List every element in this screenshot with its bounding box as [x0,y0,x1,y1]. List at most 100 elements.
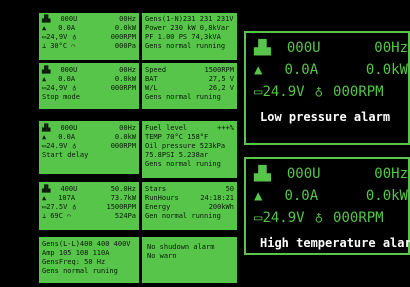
frequency-value: 50.0Hz [110,185,136,193]
row-amp: ▲ 0.0A 0.0kW [42,24,136,33]
energy-label: Energy [145,203,171,211]
engine-icon: ♁ [72,84,77,92]
current-value: 0.0A [284,188,319,204]
frequency-value: 00Hz [119,124,136,132]
thermometer-icon: ⊥ [42,42,47,50]
rpm-value: 000RPM [333,84,384,100]
line-voltage-line: Gens(L-L)400 400 400V [42,240,131,248]
tower-icon: ▲ [42,133,47,141]
row-volt: ▟▙ 400U 50.0Hz [42,185,136,194]
row-amp: ▲ 0.0A 0.0kW [254,59,408,81]
battery-icon: ▭ [254,210,263,226]
speed-value: 1500RPM [204,66,234,74]
engine-icon: ♁ [72,203,77,211]
energy-value: 200kWh [208,203,234,211]
tower-icon: ▲ [42,24,47,32]
status-line: Gens normal runing [145,160,221,168]
amp-line: Amp 105 108 110A [42,249,110,257]
frequency-value: 00Hz [374,166,408,182]
row-volt: ▟▙ 000U 00Hz [254,37,408,59]
runhours-line: RunHours 24:18:21 [145,194,234,203]
voltage-value: 400U [60,185,78,193]
power-value: 0.0kW [114,75,136,83]
row-temp: ⊥ 30°C ⌒ 000Pa [42,42,136,51]
rpm-value: 000RPM [333,210,384,226]
gauge-icon: ⌒ [66,212,72,220]
pressure-value: 000Pa [114,42,136,50]
mode-line: Stop mode [42,93,80,101]
speed-line: Speed 1500RPM [145,66,234,75]
power-value: 73.7kW [110,194,136,202]
row-volt: ▟▙ 000U 00Hz [42,124,136,133]
row-volt: ▟▙ 000U 00Hz [42,66,136,75]
battery-label: BAT [145,75,158,83]
pressure-value: 524Pa [114,212,136,220]
power-line: Power 230 kW 0,8kVar [145,24,230,32]
genset-power-panel: Gens(1-N)231 231 231V Power 230 kW 0,8kV… [142,13,237,60]
power-factor-line: PF 1.00 PS 74,3kVA [145,33,221,41]
power-value: 0.0kW [365,188,408,204]
current-value: 0.0A [58,24,76,32]
row-bat: ▭ 24.9V ♁ 000RPM [42,142,136,151]
wl-value: 26,2 V [208,84,234,92]
engine-speed-panel: Speed 1500RPM BAT 27,5 V W/L 26,2 V Gens no… [142,63,237,109]
runhours-label: RunHours [145,194,179,202]
frequency-line: GensFreq: 50 Hz [42,258,106,266]
temp-line: TEMP 70°C 158°F [145,133,209,141]
speed-label: Speed [145,66,167,74]
row-volt: ▟▙ 000U 00Hz [254,163,408,185]
battery-value: 24.9V [262,84,305,100]
voltage-value: 000U [60,124,78,132]
row-bat: ▭ 24,9V ♁ 000RPM [42,84,136,93]
fuel-line: Fuel level +++% [145,124,234,133]
warning-line: No warn [147,252,177,260]
fuel-value: +++% [217,124,234,132]
genset-icon: ▟▙ [42,66,51,74]
phase-voltage-line: Gens(1-N)231 231 231V [145,15,234,23]
genset-icon: ▟▙ [42,124,51,132]
run-stats-panel: Stars 50 RunHours 24:18:21 Energy 200kWh Ge… [142,182,237,230]
rpm-value: 000RPM [110,33,136,41]
starts-value: 50 [225,185,234,193]
current-value: 0.0A [58,75,76,83]
fuel-label: Fuel level [145,124,188,132]
current-value: 0.0A [284,62,319,78]
alarm-message: High temperature alarm [254,233,410,253]
thermometer-icon: ⊥ [42,212,47,220]
starts-label: Stars [145,185,167,193]
frequency-value: 00Hz [119,66,136,74]
battery-icon: ▭ [254,84,263,100]
runhours-value: 24:18:21 [200,194,234,202]
genset-summary-panel-4: ▟▙ 400U 50.0Hz ▲ 107A 73.7kW ▭ 27.5V ♁ 1500RPM … [39,182,139,230]
battery-line: BAT 27,5 V [145,75,234,84]
power-value: 0.0kW [114,133,136,141]
voltage-value: 000U [60,15,78,23]
status-line: Gens normal runing [145,93,221,101]
status-line: Gens normal running [145,42,226,50]
oil-pressure-line: Oil pressure 523kPa [145,142,226,150]
tower-icon: ▲ [254,62,263,78]
tower-icon: ▲ [42,75,47,83]
wl-label: W/L [145,84,158,92]
genset-summary-panel-3: ▟▙ 000U 00Hz ▲ 0.0A 0.0kW ▭ 24.9V ♁ 000RPM Star… [39,121,139,174]
gauge-icon: ⌒ [71,42,76,50]
rpm-value: 000RPM [110,142,136,150]
current-value: 0.0A [58,133,76,141]
tower-icon: ▲ [42,194,47,202]
battery-value: 24.9V [262,210,305,226]
alarm-display-high-temperature: ▟▙ 000U 00Hz ▲ 0.0A 0.0kW ▭ 24.9V ♁ 000RPM High… [244,157,410,255]
row-bat: ▭ 24.9V ♁ 000RPM [254,81,408,103]
tower-icon: ▲ [254,188,263,204]
alarm-status-panel: No shudown alarm No warn [142,237,237,283]
frequency-value: 00Hz [119,15,136,23]
battery-value: 24.9V [46,142,68,150]
row-amp: ▲ 0.0A 0.0kW [42,75,136,84]
genset-summary-panel-1: ▟▙ 000U 00Hz ▲ 0.0A 0.0kW ▭ 24,9V ♁ 000RPM ⊥ 30°… [39,13,139,60]
power-value: 0.0kW [114,24,136,32]
battery-value: 27.5V [46,203,68,211]
engine-icon: ♁ [72,142,77,150]
genset-icon: ▟▙ [42,15,51,23]
row-amp: ▲ 107A 73.7kW [42,194,136,203]
mode-line: Start delay [42,151,89,159]
rpm-value: 000RPM [110,84,136,92]
